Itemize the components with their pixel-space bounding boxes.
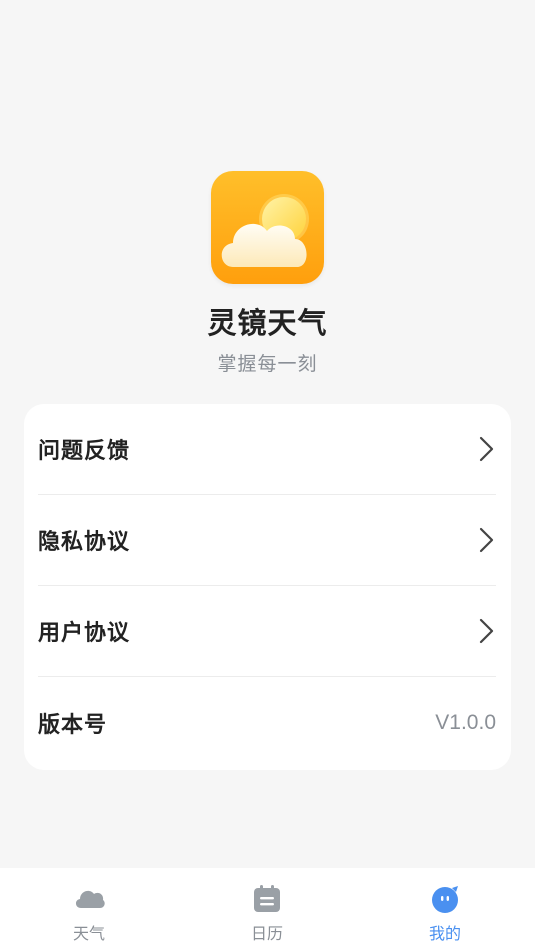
privacy-policy-row[interactable]: 隐私协议: [38, 495, 496, 586]
user-agreement-label: 用户协议: [38, 621, 131, 646]
user-agreement-row[interactable]: 用户协议: [38, 586, 496, 677]
tab-weather[interactable]: 天气: [0, 868, 178, 951]
settings-menu-card: 问题反馈 隐私协议 用户协议 版本号 V1.0.0: [24, 404, 511, 770]
chevron-right-icon: [476, 436, 496, 462]
app-logo: [211, 171, 324, 284]
app-name: 灵镜天气: [207, 306, 328, 340]
sun-behind-cloud-icon: [221, 194, 309, 267]
profile-face-icon: [430, 884, 460, 914]
bottom-navigation: 天气 日历 我的: [0, 868, 535, 951]
tab-weather-label: 天气: [72, 924, 105, 943]
version-value: V1.0.0: [435, 710, 496, 734]
privacy-policy-label: 隐私协议: [38, 530, 131, 555]
calendar-icon: [252, 884, 282, 914]
feedback-label: 问题反馈: [38, 439, 131, 464]
chevron-right-icon: [476, 618, 496, 644]
chevron-right-icon: [476, 527, 496, 553]
feedback-row[interactable]: 问题反馈: [38, 404, 496, 495]
version-label: 版本号: [38, 712, 108, 738]
tab-mine-label: 我的: [428, 924, 461, 943]
tab-calendar[interactable]: 日历: [178, 868, 356, 951]
app-slogan: 掌握每一刻: [217, 353, 318, 375]
tab-calendar-label: 日历: [250, 924, 283, 943]
tab-mine[interactable]: 我的: [356, 868, 534, 951]
version-row: 版本号 V1.0.0: [38, 677, 496, 768]
cloud-icon: [73, 884, 105, 910]
